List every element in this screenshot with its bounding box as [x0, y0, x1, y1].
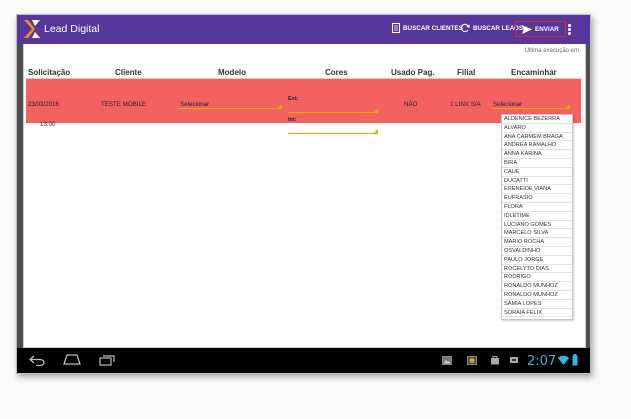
- dropdown-option[interactable]: RONALDO MUNHOZ: [502, 282, 572, 291]
- lead-filial: 1 LINX S/A: [450, 101, 481, 108]
- int-color-field[interactable]: [288, 124, 378, 134]
- dropdown-option[interactable]: FLORA: [502, 203, 572, 212]
- int-color-label: Int:: [288, 117, 297, 123]
- ext-color-label: Ext:: [288, 96, 299, 102]
- encaminhar-select-value: Selecionar: [493, 101, 523, 108]
- encaminhar-select[interactable]: Selecionar: [492, 99, 570, 109]
- buscar-clientes-label: BUSCAR CLIENTES: [403, 24, 463, 32]
- dropdown-option[interactable]: ANDREA RAMALHO: [502, 141, 572, 151]
- app-bar: Lead Digital BUSCAR CLIENTES BUSCAR LEAD…: [17, 15, 590, 44]
- dropdown-option[interactable]: LUCIANO GOMES: [502, 221, 572, 230]
- column-header-cores: Cores: [325, 68, 348, 77]
- leads-panel: Ultima execução em Solicitação Cliente M…: [23, 44, 586, 348]
- buscar-leads-button[interactable]: BUSCAR LEADS: [460, 23, 523, 33]
- column-header-solicitacao: Solicitação: [28, 68, 71, 77]
- photo-icon: [467, 356, 477, 365]
- sync-icon: [510, 357, 518, 363]
- bag-icon: [491, 356, 499, 365]
- encaminhar-dropdown-list[interactable]: ALDENICE BEZERRA ALVARO ANA CARMEM BRAGA AN…: [501, 114, 573, 320]
- column-header-cliente: Cliente: [115, 68, 142, 77]
- system-nav-bar: 2:07: [17, 348, 590, 373]
- dropdown-option[interactable]: PAULO JORGE: [502, 256, 572, 265]
- dropdown-option[interactable]: ANA CARMEM BRAGA: [502, 133, 572, 142]
- screenshot-stage: Lead Digital BUSCAR CLIENTES BUSCAR LEAD…: [0, 0, 631, 419]
- modelo-select-value: Selecionar: [180, 101, 210, 108]
- ext-color-corner: [374, 108, 378, 112]
- recent-apps-icon[interactable]: [99, 355, 115, 366]
- lead-row[interactable]: 23/03/2016 13:00 TESTE MOBILE Selecionar…: [26, 79, 581, 134]
- refresh-icon: [460, 23, 470, 33]
- dropdown-option[interactable]: ROCELYTO DIAS: [502, 265, 572, 274]
- int-color-corner: [374, 129, 378, 133]
- dropdown-option[interactable]: ALDENICE BEZERRA: [502, 115, 572, 124]
- dropdown-option[interactable]: ERENEIDE VIANA: [502, 185, 572, 195]
- dropdown-option[interactable]: DUCATTI: [502, 177, 572, 186]
- gallery-icon: [442, 356, 452, 365]
- overflow-menu-icon[interactable]: [568, 24, 571, 36]
- ext-color-field[interactable]: [288, 103, 378, 113]
- column-header-usado-pag: Usado Pag.: [391, 68, 435, 77]
- dropdown-option[interactable]: BIRA: [502, 159, 572, 168]
- dropdown-option[interactable]: RODRIGO: [502, 273, 572, 283]
- dropdown-option[interactable]: RONALDO MUNHOZ: [502, 291, 572, 300]
- dropdown-option[interactable]: CAUE: [502, 168, 572, 177]
- buscar-clientes-button[interactable]: BUSCAR CLIENTES: [392, 23, 463, 33]
- column-header-filial: Filial: [457, 68, 476, 77]
- battery-icon: [572, 354, 578, 366]
- lead-cliente: TESTE MOBILE: [101, 101, 147, 108]
- lead-time: 13:00: [40, 121, 56, 128]
- dropdown-option[interactable]: OSVALDINHO: [502, 247, 572, 256]
- column-header-encaminhar: Encaminhar: [511, 68, 557, 77]
- dropdown-option[interactable]: MARIO ROCHA: [502, 238, 572, 247]
- dropdown-option[interactable]: EUFRASIO: [502, 194, 572, 203]
- logo-icon: [24, 20, 40, 38]
- wifi-icon: [558, 355, 569, 365]
- clientes-icon: [392, 23, 400, 33]
- status-clock: 2:07: [527, 354, 557, 369]
- tablet-screen: Lead Digital BUSCAR CLIENTES BUSCAR LEAD…: [16, 14, 591, 374]
- dropdown-option[interactable]: SAMIA LOPES: [502, 300, 572, 309]
- back-icon[interactable]: [29, 355, 45, 366]
- send-icon: [522, 24, 532, 34]
- encaminhar-select-corner: [566, 104, 570, 108]
- dropdown-option[interactable]: IDLETIME: [502, 212, 572, 221]
- modelo-select-corner: [278, 104, 282, 108]
- lead-date: 23/03/2016: [28, 101, 59, 108]
- home-icon[interactable]: [63, 354, 81, 365]
- enviar-button[interactable]: ENVIAR: [515, 21, 566, 37]
- app-title: Lead Digital: [44, 23, 100, 35]
- dropdown-option[interactable]: MARCELO SILVA: [502, 229, 572, 239]
- last-execution-text: Ultima execução em: [524, 48, 579, 54]
- lead-usado: NÃO: [404, 101, 418, 108]
- column-header-modelo: Modelo: [218, 68, 246, 77]
- dropdown-option[interactable]: ALVARO: [502, 124, 572, 133]
- enviar-label: ENVIAR: [535, 25, 559, 33]
- dropdown-option[interactable]: SORAIA FELIX: [502, 309, 572, 318]
- dropdown-option[interactable]: ANNA KARINA: [502, 150, 572, 159]
- modelo-select[interactable]: Selecionar: [178, 99, 282, 109]
